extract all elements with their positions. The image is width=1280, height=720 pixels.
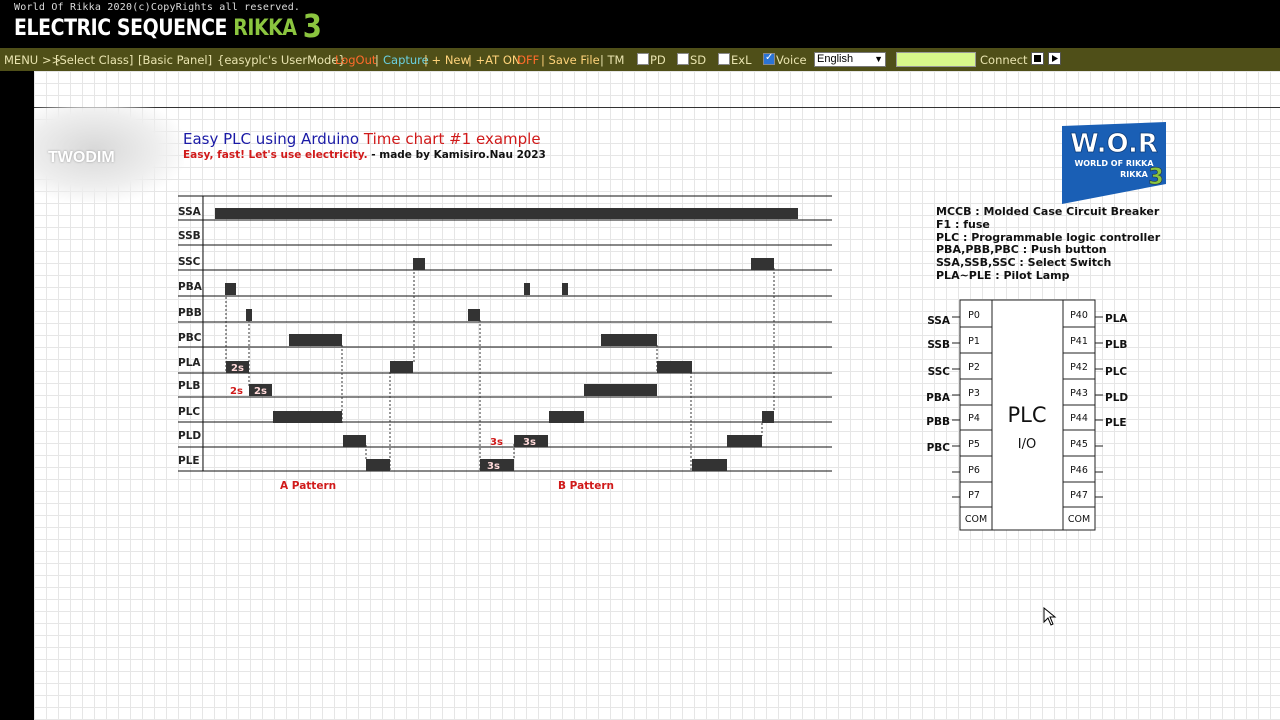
output-labels: PLA PLB PLC PLD PLE: [1105, 313, 1128, 429]
input-label: PBB: [926, 416, 950, 428]
port-label: P46: [1070, 465, 1088, 476]
output-label: PLD: [1105, 392, 1128, 404]
port-label: P41: [1070, 336, 1088, 347]
output-label: PLC: [1105, 366, 1127, 378]
output-label: PLE: [1105, 417, 1127, 429]
output-label: PLB: [1105, 339, 1127, 351]
input-label: SSB: [927, 339, 950, 351]
port-label: P43: [1070, 388, 1088, 399]
right-port-labels: P40 P41 P42 P43 P44 P45 P46 P47 COM: [1068, 310, 1090, 525]
port-label: P40: [1070, 310, 1088, 321]
port-label: P7: [968, 490, 980, 501]
plc-io-diagram: PLC I/O P0 P1 P2 P3 P4 P5 P6 P7 COM P40 …: [926, 299, 1128, 531]
port-label: P5: [968, 439, 980, 450]
port-label: P45: [1070, 439, 1088, 450]
plc-subtitle: I/O: [1018, 437, 1036, 452]
port-label: P4: [968, 413, 980, 424]
input-label: SSC: [928, 366, 951, 378]
port-label: COM: [1068, 514, 1090, 525]
port-label: P1: [968, 336, 980, 347]
port-label: P6: [968, 465, 980, 476]
mouse-cursor-icon: [1043, 607, 1057, 626]
port-label: P44: [1070, 413, 1088, 424]
port-label: P3: [968, 388, 980, 399]
input-labels: SSA SSB SSC PBA PBB PBC: [926, 315, 951, 454]
port-label: P42: [1070, 362, 1088, 373]
port-label: P47: [1070, 490, 1088, 501]
plc-title: PLC: [1007, 403, 1046, 427]
input-label: SSA: [927, 315, 951, 327]
port-label: P0: [968, 310, 980, 321]
port-label: P2: [968, 362, 980, 373]
input-label: PBA: [926, 392, 951, 404]
input-label: PBC: [927, 442, 951, 454]
port-label: COM: [965, 514, 987, 525]
output-label: PLA: [1105, 313, 1128, 325]
